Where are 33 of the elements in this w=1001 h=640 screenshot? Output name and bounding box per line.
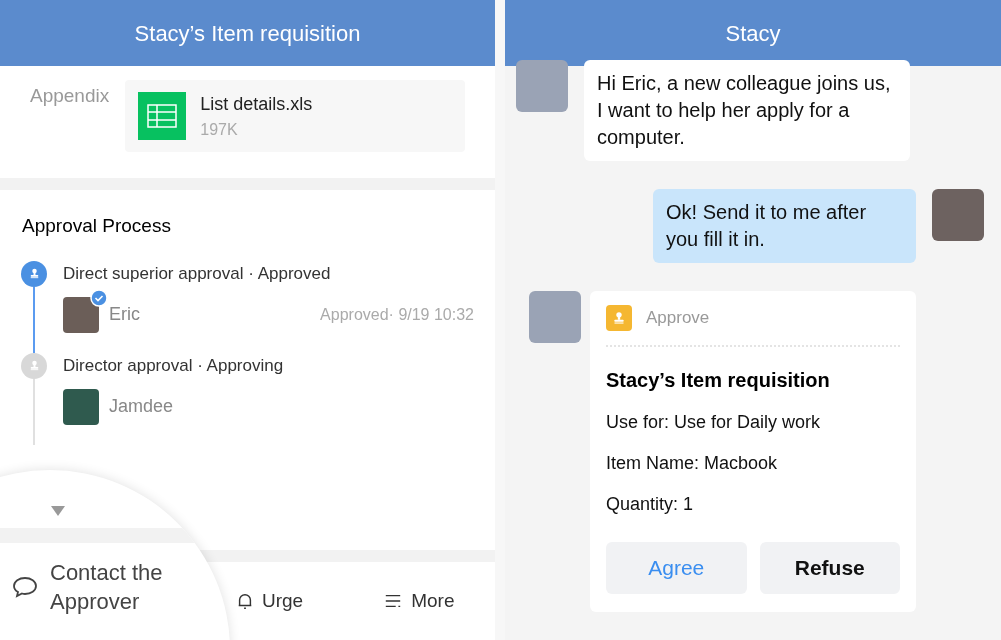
chat-bubble-icon [12,575,38,599]
card-field: Item Name: Macbook [606,450,900,477]
contact-approver-button[interactable]: Contact the Approver [12,558,190,616]
screen-title: Stacy’s Item requisition [134,19,361,48]
avatar [63,296,99,333]
spreadsheet-icon [138,92,187,140]
caret-icon [51,506,65,516]
more-button[interactable]: More [383,586,455,616]
avatar [516,60,568,112]
approval-card[interactable]: Approve Stacy’s Item requisition Use for: Use for Daily work Item Name: Macbook Quantity: 1 Agree Refuse [590,291,916,612]
file-name: List details.xls [200,92,313,116]
approval-result: Approved· 9/19 10:32 [320,304,474,325]
step-title: Director approval · Approving [63,354,285,377]
appendix-label: Appendix [30,84,110,108]
avatar [529,291,581,343]
message-bubble: Ok! Send it to me after you fill it in. [653,189,916,263]
card-title: Stacy’s Item requisition [606,368,831,393]
file-attachment[interactable]: List details.xls 197K [125,80,465,152]
refuse-button[interactable]: Refuse [759,542,900,594]
approver-name: Eric [109,303,140,326]
urge-button[interactable]: Urge [236,586,304,616]
step-title: Direct superior approval · Approved [63,262,332,285]
bell-icon [236,591,254,611]
avatar [63,388,99,425]
card-type: Approve [646,307,710,330]
card-field: Quantity: 1 [606,491,900,518]
avatar [932,189,984,241]
screen-title: Stacy [725,19,781,48]
card-field: Use for: Use for Daily work [606,409,900,436]
section-heading: Approval Process [21,214,172,238]
approver-name: Jamdee [109,395,174,418]
file-size: 197K [200,119,239,140]
message-bubble: Hi Eric, a new colleague joins us, I want to help her apply for a computer. [584,60,910,161]
